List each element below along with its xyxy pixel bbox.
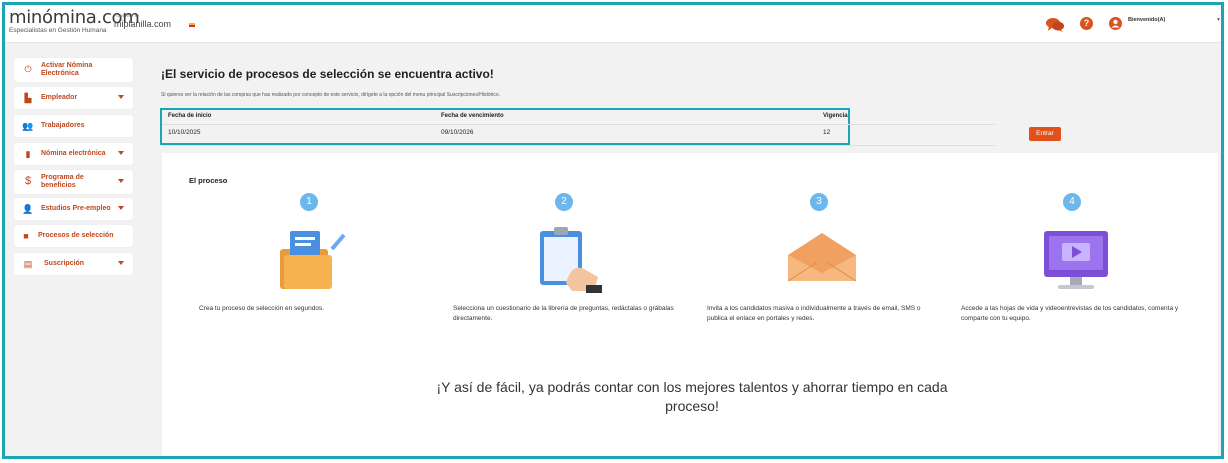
chevron-down-icon <box>118 151 124 155</box>
cell-fecha-vencimiento: 09/10/2026 <box>441 129 474 136</box>
sidebar-item-nomina-electronica[interactable]: ▮ Nómina electrónica <box>14 143 133 165</box>
folder-documents-icon <box>270 225 350 295</box>
chevron-down-icon <box>118 95 124 99</box>
sidebar-item-trabajadores[interactable]: 👥 Trabajadores <box>14 115 133 137</box>
powered-by: POWERED BY <box>114 14 140 18</box>
sidebar-item-label: Trabajadores <box>41 122 85 129</box>
step-number: 4 <box>1063 193 1081 211</box>
document-icon: ▮ <box>25 149 31 159</box>
step-text: Accede a las hojas de vida y videoentrev… <box>961 305 1179 322</box>
step-text: Selecciona un cuestionario de la librerí… <box>453 305 674 322</box>
page-subtitle: Si quieres ver la relación de las compra… <box>161 92 501 98</box>
page-title: ¡El servicio de procesos de selección se… <box>161 67 494 81</box>
sidebar-item-label: Nómina electrónica <box>41 150 106 157</box>
header-fecha-inicio: Fecha de inicio <box>168 113 212 119</box>
cell-fecha-inicio: 10/10/2025 <box>168 129 201 136</box>
sidebar-item-label: Programa de beneficios <box>41 174 84 189</box>
cell-vigencia: 12 <box>823 129 831 136</box>
welcome-text[interactable]: Bienvenido(A) <box>1128 17 1165 23</box>
tagline: ¡Y así de fácil, ya podrás contar con lo… <box>436 379 948 414</box>
power-icon: ⏻ <box>24 64 32 74</box>
step-number: 3 <box>810 193 828 211</box>
step-number: 1 <box>300 193 318 211</box>
sidebar-item-suscripcion[interactable]: ▤ Suscripción <box>14 253 133 275</box>
monitor-video-icon <box>1036 225 1116 295</box>
entrar-button[interactable]: Entrar <box>1029 127 1061 141</box>
chevron-down-icon <box>118 179 124 183</box>
flag-icon <box>189 23 195 27</box>
chevron-down-icon <box>118 261 124 265</box>
chat-icon[interactable] <box>1046 17 1064 37</box>
partner-logo: miplanilla.com <box>114 19 172 29</box>
top-bar: minómina.com Especialistas en Gestión Hu… <box>5 5 1221 43</box>
sidebar-item-estudios-pre-empleo[interactable]: 👤 Estudios Pre-empleo <box>14 198 133 220</box>
step-text: Crea tu proceso de selección en segundos… <box>199 305 325 312</box>
process-panel: El proceso 1 Crea tu proceso de selecció… <box>162 153 1218 456</box>
user-plus-icon: 👤 <box>22 204 34 214</box>
step-number: 2 <box>555 193 573 211</box>
sidebar-item-programa-beneficios[interactable]: $ Programa de beneficios <box>14 170 133 194</box>
chevron-down-icon <box>118 206 124 210</box>
sidebar-item-procesos-seleccion[interactable]: ■ Procesos de selección <box>14 225 133 247</box>
sidebar-item-label: Procesos de selección <box>38 232 114 239</box>
sidebar-item-label: Estudios Pre-empleo <box>41 205 111 212</box>
help-icon[interactable]: ? <box>1080 17 1093 30</box>
table-divider <box>162 124 995 125</box>
chevron-down-icon[interactable]: ▼ <box>1216 17 1221 23</box>
step-text: Invita a los candidatos masiva o individ… <box>707 305 921 322</box>
user-icon[interactable] <box>1109 17 1122 35</box>
dollar-icon: $ <box>24 175 32 187</box>
header-vigencia: Vigencia <box>823 113 848 119</box>
app-frame: minómina.com Especialistas en Gestión Hu… <box>2 2 1224 459</box>
sidebar-item-activar-nomina[interactable]: ⏻ Activar Nómina Electrónica <box>14 58 133 82</box>
envelope-icon <box>782 225 862 295</box>
sidebar-item-label: Activar Nómina Electrónica <box>41 62 93 77</box>
subscription-table: Fecha de inicio Fecha de vencimiento Vig… <box>160 108 995 146</box>
process-title: El proceso <box>189 176 228 185</box>
table-divider <box>162 145 995 146</box>
building-icon: ▙ <box>24 93 32 103</box>
card-icon: ▤ <box>23 259 33 269</box>
sidebar-item-empleador[interactable]: ▙ Empleador <box>14 87 133 109</box>
users-icon: 👥 <box>22 121 34 131</box>
video-icon: ■ <box>23 231 29 241</box>
sidebar-item-label: Empleador <box>41 94 78 101</box>
sidebar: ⏻ Activar Nómina Electrónica ▙ Empleador… <box>5 43 157 456</box>
clipboard-hand-icon <box>528 225 608 295</box>
sidebar-item-label: Suscripción <box>44 260 85 267</box>
header-fecha-vencimiento: Fecha de vencimiento <box>441 113 504 119</box>
